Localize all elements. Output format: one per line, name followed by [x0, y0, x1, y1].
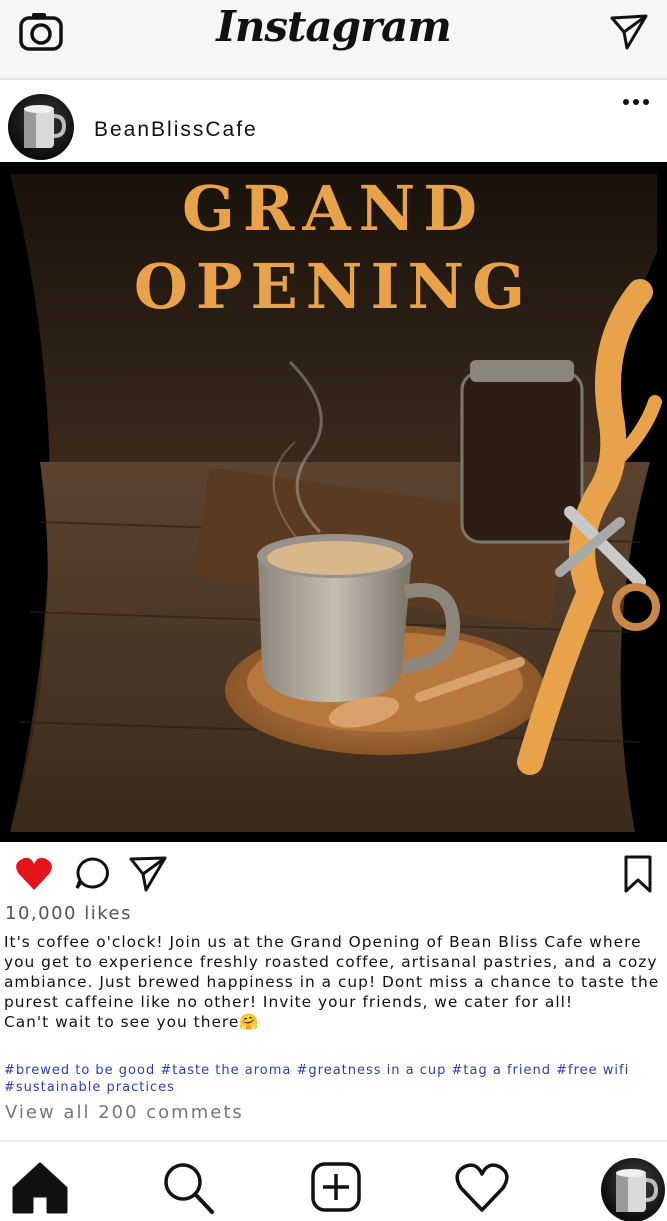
- post-header: BeanBlissCafe: [0, 82, 667, 162]
- home-icon[interactable]: [10, 1160, 70, 1216]
- caption-closing: Can't wait to see you there🤗: [4, 1012, 666, 1032]
- bookmark-icon[interactable]: [618, 854, 658, 894]
- headline-line2: OPENING: [133, 250, 534, 323]
- caption-text: It's coffee o'clock! Join us at the Gran…: [4, 933, 660, 1011]
- hashtags[interactable]: #brewed to be good #taste the aroma #gre…: [4, 1062, 664, 1096]
- app-logo: Instagram: [216, 2, 452, 51]
- profile-avatar[interactable]: [601, 1158, 665, 1221]
- post-image[interactable]: GRAND OPENING: [0, 162, 667, 842]
- hugging-face-emoji: 🤗: [239, 1013, 260, 1031]
- post-caption: It's coffee o'clock! Join us at the Gran…: [4, 932, 666, 1032]
- activity-heart-icon[interactable]: [452, 1160, 512, 1216]
- coffee-cup-avatar-icon: [24, 105, 67, 148]
- caption-closing-text: Can't wait to see you there: [4, 1013, 240, 1031]
- heart-icon[interactable]: [14, 854, 54, 894]
- more-options-icon[interactable]: [621, 96, 651, 108]
- post-actions: [0, 848, 667, 900]
- bottom-nav: [0, 1140, 667, 1221]
- coffee-cup-avatar-icon: [616, 1169, 659, 1212]
- share-icon[interactable]: [128, 854, 168, 894]
- headline-line1: GRAND: [181, 172, 485, 245]
- post-username[interactable]: BeanBlissCafe: [94, 118, 258, 142]
- search-icon[interactable]: [158, 1160, 218, 1216]
- direct-message-icon[interactable]: [609, 12, 649, 52]
- comment-icon[interactable]: [72, 854, 112, 894]
- view-all-comments-link[interactable]: View all 200 commets: [5, 1102, 244, 1123]
- add-post-icon[interactable]: [306, 1160, 366, 1216]
- user-avatar[interactable]: [8, 94, 74, 160]
- top-bar: Instagram: [0, 0, 667, 80]
- likes-count[interactable]: 10,000 likes: [5, 903, 132, 924]
